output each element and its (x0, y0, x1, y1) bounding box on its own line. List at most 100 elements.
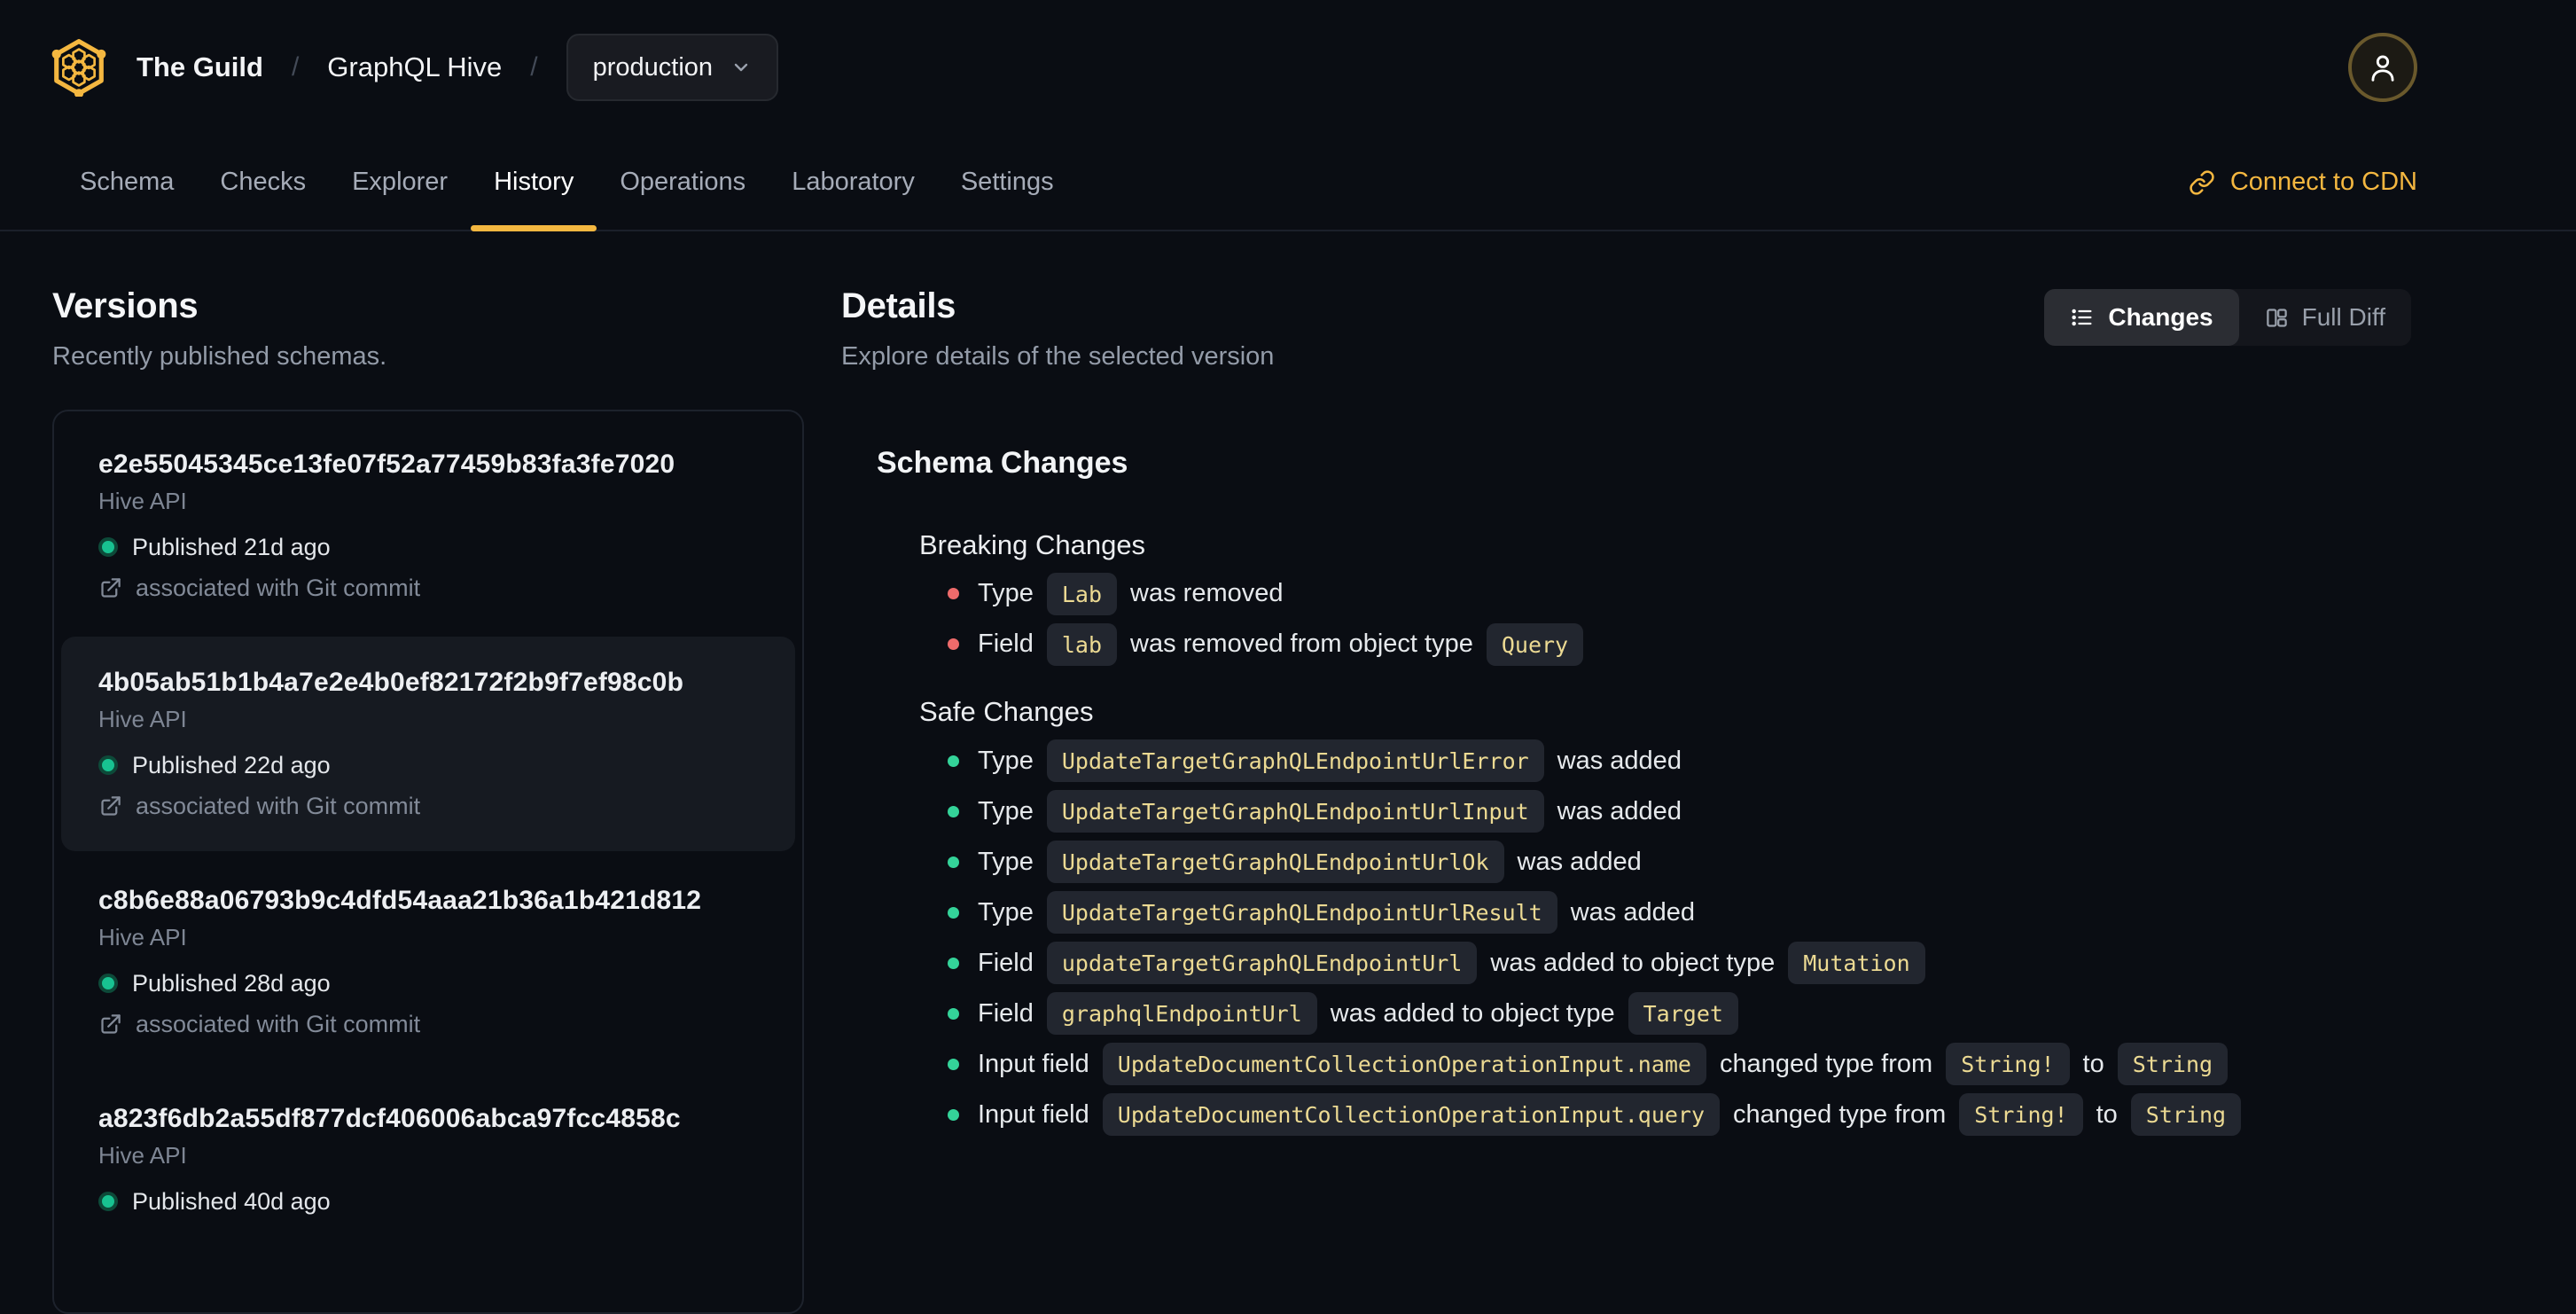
tab-explorer[interactable]: Explorer (329, 135, 471, 230)
changes-view-label: Changes (2108, 303, 2213, 331)
published-dot-icon (98, 537, 118, 558)
tab-schema[interactable]: Schema (57, 135, 197, 230)
change-text: Type (978, 579, 1034, 608)
version-status-label: Published 21d ago (132, 533, 331, 560)
change-row: Field lab was removed from object type Quer… (919, 619, 2411, 669)
change-text: was added to object type (1490, 948, 1776, 977)
change-bullet-icon (948, 1007, 959, 1020)
main-content: Versions Recently published schemas. e2e… (0, 231, 2576, 1314)
version-status: Published 21d ago (98, 533, 758, 561)
version-status-label: Published 22d ago (132, 751, 331, 778)
change-row: Type UpdateTargetGraphQLEndpointUrlOk was … (919, 837, 2411, 888)
change-text: Input field (978, 1099, 1089, 1129)
view-mode-toggle: Changes Full Diff (2044, 289, 2411, 346)
change-text: was removed (1130, 579, 1284, 608)
change-section-title: Safe Changes (919, 696, 1094, 728)
version-status: Published 22d ago (98, 751, 758, 779)
details-title: Details (841, 286, 956, 325)
change-text: changed type from (1719, 1049, 1933, 1078)
change-list: Type Lab was removed Field lab was removed f… (919, 568, 2411, 669)
version-service: Hive API (98, 487, 187, 514)
breadcrumb-project[interactable]: GraphQL Hive (327, 51, 502, 83)
change-text: to (2096, 1099, 2118, 1129)
version-list: e2e55045345ce13fe07f52a77459b83fa3fe7020… (52, 409, 804, 1314)
change-section: Safe Changes Type UpdateTargetGraphQLEndp… (877, 696, 2411, 1140)
user-icon (2366, 51, 2400, 84)
header-top-row: The Guild / GraphQL Hive / production (0, 0, 2576, 135)
schema-changes-title: Schema Changes (877, 445, 1128, 480)
version-status-label: Published 40d ago (132, 1187, 331, 1215)
version-card[interactable]: a823f6db2a55df877dcf406006abca97fcc4858c… (61, 1073, 795, 1247)
changes-view-button[interactable]: Changes (2044, 289, 2239, 346)
details-titles: Details Explore details of the selected … (841, 285, 1274, 372)
change-row: Input field UpdateDocumentCollectionOpera… (919, 1090, 2411, 1140)
code-chip: UpdateTargetGraphQLEndpointUrlResult (1046, 891, 1557, 935)
change-bullet-icon (948, 856, 959, 868)
git-commit-link[interactable]: associated with Git commit (98, 1010, 758, 1038)
code-chip: UpdateTargetGraphQLEndpointUrlInput (1046, 790, 1544, 833)
tab-label: Schema (80, 168, 175, 196)
published-dot-icon (98, 974, 118, 994)
change-text: was added (1517, 847, 1642, 876)
code-chip: UpdateTargetGraphQLEndpointUrlOk (1046, 841, 1504, 884)
target-selector[interactable]: production (566, 34, 779, 101)
external-link-icon (98, 1013, 122, 1036)
change-text: was removed from object type (1130, 630, 1473, 659)
change-section: Breaking Changes Type Lab was removed Fiel… (877, 529, 2411, 670)
chevron-down-icon (730, 57, 752, 78)
git-commit-label: associated with Git commit (136, 1011, 421, 1038)
tab-label: Operations (620, 168, 746, 196)
change-bullet-icon (948, 906, 959, 919)
version-hash: a823f6db2a55df877dcf406006abca97fcc4858c (98, 1103, 681, 1133)
change-section-title: Breaking Changes (919, 528, 1146, 560)
tab-label: History (494, 168, 574, 196)
connect-to-cdn-link[interactable]: Connect to CDN (2189, 168, 2417, 197)
external-link-icon (98, 794, 122, 818)
tab-checks[interactable]: Checks (197, 135, 329, 230)
version-status-label: Published 28d ago (132, 969, 331, 997)
tab-laboratory[interactable]: Laboratory (769, 135, 938, 230)
change-row: Type UpdateTargetGraphQLEndpointUrlInput w… (919, 786, 2411, 837)
version-status: Published 28d ago (98, 969, 758, 997)
tab-settings[interactable]: Settings (938, 135, 1077, 230)
change-bullet-icon (948, 588, 959, 600)
change-text: changed type from (1733, 1099, 1947, 1129)
code-chip: String! (1959, 1093, 2083, 1137)
tab-history[interactable]: History (471, 135, 597, 231)
details-subtitle: Explore details of the selected version (841, 342, 1275, 371)
git-commit-link[interactable]: associated with Git commit (98, 792, 758, 820)
breadcrumb-separator: / (291, 52, 300, 82)
app-header: The Guild / GraphQL Hive / production Sc… (0, 0, 2576, 231)
breadcrumb-org[interactable]: The Guild (137, 51, 263, 83)
columns-icon (2265, 306, 2289, 330)
change-text: to (2082, 1049, 2104, 1078)
tab-label: Explorer (352, 168, 449, 196)
change-row: Field updateTargetGraphQLEndpointUrl was a… (919, 938, 2411, 989)
hive-logo-icon[interactable] (50, 38, 108, 97)
full-diff-view-button[interactable]: Full Diff (2239, 289, 2411, 346)
version-card[interactable]: 4b05ab51b1b4a7e2e4b0ef82172f2b9f7ef98c0b… (61, 636, 795, 851)
change-text: Field (978, 630, 1034, 659)
code-chip: graphqlEndpointUrl (1046, 992, 1317, 1036)
code-chip: UpdateDocumentCollectionOperationInput.n… (1102, 1043, 1706, 1086)
primary-tabs: Schema Checks Explorer History Operation… (0, 135, 2576, 231)
published-dot-icon (98, 755, 118, 776)
connect-to-cdn-label: Connect to CDN (2229, 168, 2417, 196)
code-chip: String (2130, 1093, 2242, 1137)
versions-panel: Versions Recently published schemas. e2e… (52, 285, 804, 1314)
tab-operations[interactable]: Operations (597, 135, 769, 230)
change-list: Type UpdateTargetGraphQLEndpointUrlError w… (919, 736, 2411, 1140)
user-menu-button[interactable] (2348, 33, 2417, 102)
full-diff-view-label: Full Diff (2301, 303, 2385, 331)
version-card[interactable]: c8b6e88a06793b9c4dfd54aaa21b36a1b421d812… (61, 855, 795, 1069)
git-commit-link[interactable]: associated with Git commit (98, 574, 758, 602)
change-bullet-icon (948, 1108, 959, 1121)
tab-label: Checks (220, 168, 307, 196)
version-card[interactable]: e2e55045345ce13fe07f52a77459b83fa3fe7020… (61, 418, 795, 633)
version-hash: e2e55045345ce13fe07f52a77459b83fa3fe7020 (98, 449, 675, 479)
version-service: Hive API (98, 923, 187, 950)
code-chip: UpdateDocumentCollectionOperationInput.q… (1102, 1093, 1721, 1137)
change-text: Type (978, 796, 1034, 825)
versions-title: Versions (52, 286, 199, 325)
change-text: was added (1570, 897, 1696, 927)
